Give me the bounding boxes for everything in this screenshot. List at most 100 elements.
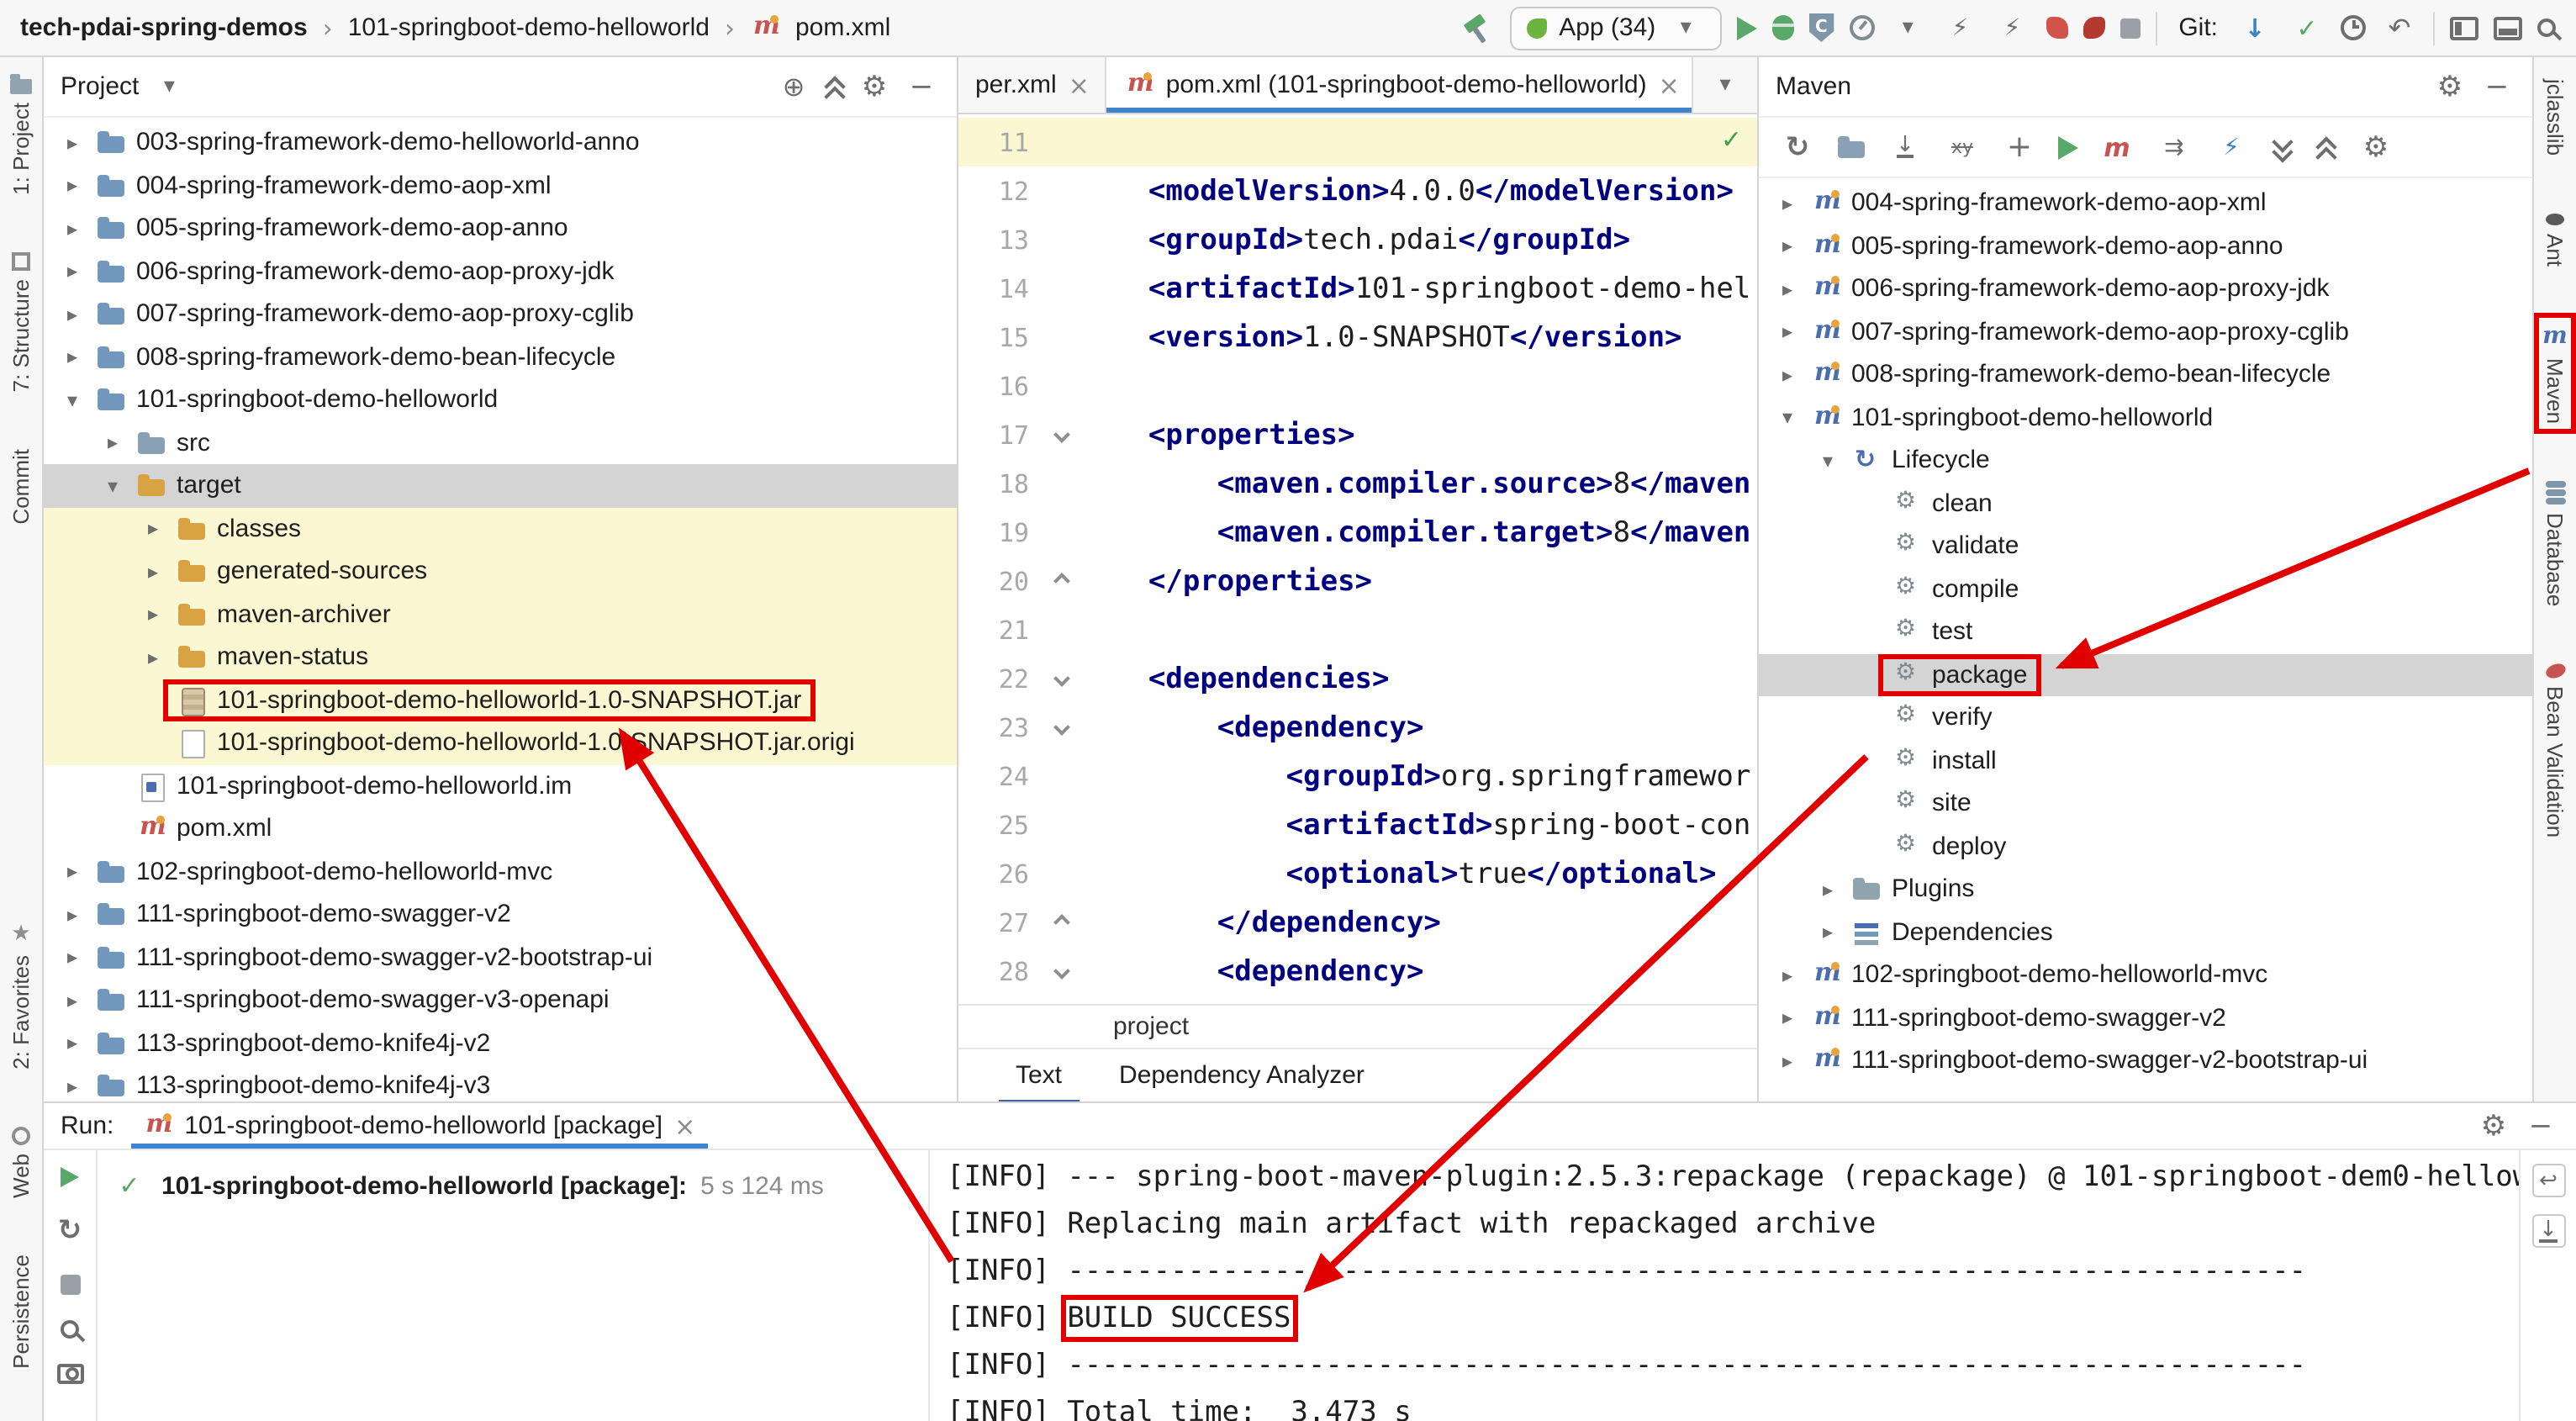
build-console[interactable]: [INFO] --- spring-boot-maven-plugin:2.5.…	[930, 1150, 2519, 1421]
breadcrumb-module[interactable]: 101-springboot-demo-helloworld	[348, 13, 710, 42]
expand-arrow-icon[interactable]	[57, 946, 87, 969]
expand-arrow-icon[interactable]	[98, 431, 128, 455]
expand-arrow-icon[interactable]	[138, 603, 168, 626]
project-row-008-spring-framework-demo-bean-lifecycle[interactable]: 008-spring-framework-demo-bean-lifecycle	[44, 335, 957, 378]
run-tab[interactable]: 101-springboot-demo-helloworld [package]	[130, 1103, 707, 1149]
maven-row-deploy[interactable]: deploy	[1759, 825, 2532, 868]
maven-row-102-springboot-demo-helloworld-mvc[interactable]: 102-springboot-demo-helloworld-mvc	[1759, 953, 2532, 996]
expand-arrow-icon[interactable]	[1772, 1049, 1803, 1073]
maven-row-008-spring-framework-demo-bean-lifecycle[interactable]: 008-spring-framework-demo-bean-lifecycle	[1759, 353, 2532, 396]
git-update-button[interactable]	[2236, 9, 2273, 46]
maven-row-install[interactable]: install	[1759, 739, 2532, 782]
show-dependencies-button[interactable]	[1944, 129, 1981, 166]
tool-button-database[interactable]: Database	[2539, 476, 2571, 611]
debug-button[interactable]	[1771, 15, 1793, 40]
breadcrumb-file[interactable]: pom.xml	[795, 13, 890, 42]
expand-arrow-icon[interactable]	[1772, 1006, 1803, 1030]
hotswap-button[interactable]	[1993, 9, 2030, 46]
expand-arrow-icon[interactable]	[57, 1032, 87, 1055]
maven-row-dependencies[interactable]: Dependencies	[1759, 911, 2532, 953]
project-row-111-springboot-demo-swagger-v2-bootstrap-ui[interactable]: 111-springboot-demo-swagger-v2-bootstrap…	[44, 936, 957, 979]
editor-body[interactable]: 1112 <modelVersion>4.0.0</modelVersion>1…	[958, 114, 1757, 1004]
maven-row-package[interactable]: package	[1759, 653, 2532, 696]
expand-arrow-icon[interactable]	[138, 517, 168, 541]
tool-button-persistence[interactable]: Persistence	[5, 1249, 37, 1374]
expand-arrow-icon[interactable]	[57, 860, 87, 884]
plugin-action-button-2[interactable]	[2082, 17, 2104, 39]
stop-button[interactable]	[60, 1275, 80, 1295]
collapse-arrow-icon[interactable]	[98, 474, 128, 498]
project-view-chevron-icon[interactable]	[150, 68, 187, 105]
maven-row-compile[interactable]: compile	[1759, 568, 2532, 610]
search-everywhere-button[interactable]	[2537, 18, 2556, 37]
expand-arrow-icon[interactable]	[1772, 320, 1803, 344]
expand-arrow-icon[interactable]	[1813, 921, 1843, 944]
maven-row-plugins[interactable]: Plugins	[1759, 868, 2532, 911]
code-area[interactable]: 1112 <modelVersion>4.0.0</modelVersion>1…	[958, 114, 1757, 996]
tool-window-layout-button[interactable]	[2450, 16, 2478, 40]
project-row-101-springboot-demo-helloworld-1-0-snapshot-jar[interactable]: 101-springboot-demo-helloworld-1.0-SNAPS…	[44, 679, 957, 721]
project-panel-title[interactable]: Project	[61, 72, 139, 101]
tab-dependency-analyzer[interactable]: Dependency Analyzer	[1116, 1054, 1368, 1096]
build-project-button[interactable]	[1461, 11, 1495, 45]
project-row-101-springboot-demo-helloworld-1-0-snapshot-jar-origi[interactable]: 101-springboot-demo-helloworld-1.0-SNAPS…	[44, 721, 957, 764]
project-row-maven-archiver[interactable]: maven-archiver	[44, 593, 957, 636]
tab-text[interactable]: Text	[1012, 1054, 1065, 1096]
project-row-005-spring-framework-demo-aop-anno[interactable]: 005-spring-framework-demo-aop-anno	[44, 207, 957, 250]
git-history-button[interactable]	[2341, 15, 2366, 40]
expand-arrow-icon[interactable]	[1772, 277, 1803, 301]
maven-row-test[interactable]: test	[1759, 610, 2532, 653]
tool-button-ant[interactable]: Ant	[2539, 208, 2571, 271]
maven-row-clean[interactable]: clean	[1759, 482, 2532, 525]
rerun-button[interactable]	[61, 1167, 79, 1187]
hide-panel-button[interactable]	[903, 68, 940, 105]
tool-button-maven[interactable]: Maven	[2539, 318, 2571, 429]
expand-arrow-icon[interactable]	[57, 346, 87, 369]
run-result-row[interactable]: 101-springboot-demo-helloworld [package]…	[111, 1167, 915, 1204]
collapse-arrow-icon[interactable]	[57, 388, 87, 412]
fold-icon[interactable]	[1043, 965, 1079, 977]
expand-arrow-icon[interactable]	[1772, 192, 1803, 215]
locate-file-button[interactable]	[775, 68, 812, 105]
run-maven-build-button[interactable]	[2058, 135, 2078, 159]
hide-panel-button[interactable]	[2478, 68, 2515, 105]
tool-button-web[interactable]: Web	[5, 1121, 37, 1202]
search-console-button[interactable]	[61, 1320, 79, 1339]
maven-row-101-springboot-demo-helloworld[interactable]: 101-springboot-demo-helloworld	[1759, 396, 2532, 439]
project-settings-icon[interactable]	[856, 68, 893, 105]
fold-icon[interactable]	[1043, 575, 1079, 587]
expand-arrow-icon[interactable]	[57, 217, 87, 240]
scroll-to-end-button[interactable]	[2531, 1214, 2565, 1248]
project-row-007-spring-framework-demo-aop-proxy-cglib[interactable]: 007-spring-framework-demo-aop-proxy-cgli…	[44, 293, 957, 335]
fold-icon[interactable]	[1043, 673, 1079, 684]
expand-arrow-icon[interactable]	[57, 989, 87, 1012]
project-row-003-spring-framework-demo-helloworld-anno[interactable]: 003-spring-framework-demo-helloworld-ann…	[44, 121, 957, 164]
generate-sources-button[interactable]	[1836, 133, 1866, 161]
inspections-ok-icon[interactable]	[1721, 124, 1742, 155]
maven-row-111-springboot-demo-swagger-v2[interactable]: 111-springboot-demo-swagger-v2	[1759, 996, 2532, 1039]
project-row-pom-xml[interactable]: pom.xml	[44, 807, 957, 850]
reload-classes-button[interactable]	[1941, 9, 1978, 46]
fold-icon[interactable]	[1043, 429, 1079, 441]
tool-button-1-project[interactable]: 1: Project	[5, 74, 37, 200]
fold-icon[interactable]	[1043, 917, 1079, 928]
maven-wrench-settings-button[interactable]	[2357, 129, 2394, 166]
offline-mode-button[interactable]	[2213, 129, 2250, 166]
restart-build-button[interactable]	[51, 1212, 88, 1249]
project-row-maven-status[interactable]: maven-status	[44, 636, 957, 679]
editor-tab-pom[interactable]: pom.xml (101-springboot-demo-helloworld)	[1107, 57, 1693, 113]
project-row-src[interactable]: src	[44, 421, 957, 464]
run-results-pane[interactable]: 101-springboot-demo-helloworld [package]…	[98, 1150, 930, 1421]
stop-button[interactable]	[2119, 18, 2140, 38]
project-row-006-spring-framework-demo-aop-proxy-jdk[interactable]: 006-spring-framework-demo-aop-proxy-jdk	[44, 250, 957, 293]
maven-row-site[interactable]: site	[1759, 782, 2532, 825]
expand-arrow-icon[interactable]	[57, 174, 87, 198]
maven-row-validate[interactable]: validate	[1759, 525, 2532, 568]
tool-button-bean-validation[interactable]: Bean Validation	[2539, 658, 2571, 842]
project-row-111-springboot-demo-swagger-v3-openapi[interactable]: 111-springboot-demo-swagger-v3-openapi	[44, 979, 957, 1022]
maven-row-004-spring-framework-demo-aop-xml[interactable]: 004-spring-framework-demo-aop-xml	[1759, 182, 2532, 225]
reimport-maven-button[interactable]	[1779, 129, 1816, 166]
maven-row-007-spring-framework-demo-aop-proxy-cglib[interactable]: 007-spring-framework-demo-aop-proxy-cgli…	[1759, 310, 2532, 353]
add-maven-project-button[interactable]	[2001, 129, 2038, 166]
project-row-101-springboot-demo-helloworld[interactable]: 101-springboot-demo-helloworld	[44, 378, 957, 421]
